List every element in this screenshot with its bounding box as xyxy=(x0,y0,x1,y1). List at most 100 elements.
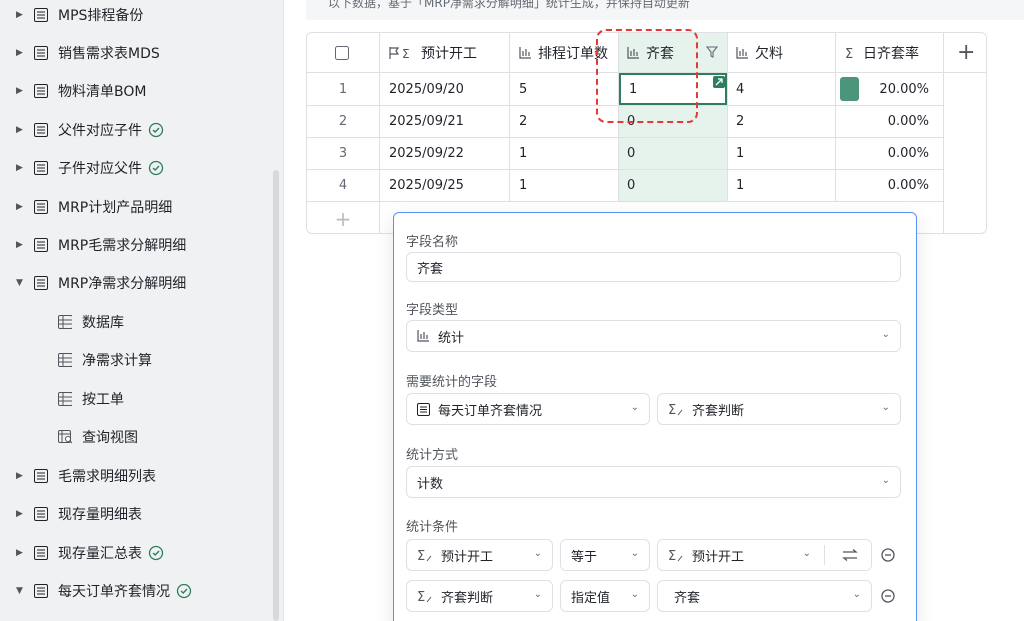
sidebar-item-9[interactable]: 净需求计算 xyxy=(0,341,270,379)
field-type-select[interactable]: 统计 ⌄ xyxy=(406,320,901,352)
caret-right-icon[interactable]: ▶ xyxy=(16,163,26,173)
cell-complete[interactable]: 0 xyxy=(627,137,723,169)
field-name-label: 字段名称 xyxy=(406,235,459,250)
remove-condition-2-icon[interactable] xyxy=(880,588,896,604)
chevron-down-icon: ⌄ xyxy=(881,402,890,413)
svg-text:Σ: Σ xyxy=(417,590,425,603)
cell-shortage[interactable]: 4 xyxy=(736,73,832,105)
stat-method-select[interactable]: 计数 ⌄ xyxy=(406,466,901,498)
caret-right-icon[interactable]: ▶ xyxy=(16,48,26,58)
condition-1-operator-select[interactable]: 等于 ⌄ xyxy=(560,539,650,571)
caret-down-icon[interactable]: ▼ xyxy=(16,278,26,288)
sidebar-item-3[interactable]: ▶ 父件对应子件 xyxy=(0,111,270,149)
row-number[interactable]: 4 xyxy=(307,169,379,201)
sidebar-item-0[interactable]: ▶ MPS排程备份 xyxy=(0,0,270,34)
sidebar-item-label: 现存量汇总表 xyxy=(58,546,142,562)
column-header-shortage[interactable]: 欠料 xyxy=(736,33,834,72)
cell-order-count[interactable]: 1 xyxy=(519,137,615,169)
sidebar-item-label: 净需求计算 xyxy=(82,353,152,369)
cell-daily-rate[interactable]: 0.00% xyxy=(845,169,929,201)
column-header-start-date[interactable]: Σ 预计开工 xyxy=(389,33,507,72)
sidebar-item-4[interactable]: ▶ 子件对应父件 xyxy=(0,149,270,187)
swap-icon[interactable] xyxy=(841,547,859,563)
sidebar-item-1[interactable]: ▶ 销售需求表MDS xyxy=(0,34,270,72)
condition-2-operator-select[interactable]: 指定值 ⌄ xyxy=(560,580,650,612)
table-list-icon xyxy=(417,402,430,416)
stat-field-select[interactable]: Σ 齐套判断 ⌄ xyxy=(657,393,901,425)
filter-icon[interactable] xyxy=(705,45,719,59)
remove-condition-1-icon[interactable] xyxy=(880,547,896,563)
sidebar-item-14[interactable]: ▶ 现存量汇总表 xyxy=(0,534,270,572)
sidebar-item-2[interactable]: ▶ 物料清单BOM xyxy=(0,72,270,110)
sidebar-item-6[interactable]: ▶ MRP毛需求分解明细 xyxy=(0,226,270,264)
caret-right-icon[interactable]: ▶ xyxy=(16,240,26,250)
sidebar-item-label: 数据库 xyxy=(82,315,124,331)
cell-shortage[interactable]: 1 xyxy=(736,169,832,201)
caret-right-icon[interactable]: ▶ xyxy=(16,86,26,96)
condition-2-value-select[interactable]: 齐套 ⌄ xyxy=(657,580,872,612)
add-column-button[interactable]: + xyxy=(957,33,977,72)
sidebar-item-5[interactable]: ▶ MRP计划产品明细 xyxy=(0,188,270,226)
add-row-button[interactable]: + xyxy=(307,203,379,233)
svg-text:Σ: Σ xyxy=(668,549,676,562)
caret-right-icon[interactable]: ▶ xyxy=(16,509,26,519)
sidebar-item-label: MPS排程备份 xyxy=(58,8,144,24)
rate-progress-bar xyxy=(840,77,859,101)
table-list-icon xyxy=(34,546,48,560)
sidebar-item-13[interactable]: ▶ 现存量明细表 xyxy=(0,495,270,533)
caret-right-icon[interactable]: ▶ xyxy=(16,125,26,135)
sidebar-item-15[interactable]: ▼ 每天订单齐套情况 xyxy=(0,572,270,610)
column-header-daily-rate[interactable]: Σ 日齐套率 xyxy=(845,33,943,72)
sidebar-item-11[interactable]: 查询视图 xyxy=(0,418,270,456)
cell-start-date[interactable]: 2025/09/25 xyxy=(389,169,507,201)
table-list-icon xyxy=(34,123,48,137)
caret-right-icon[interactable]: ▶ xyxy=(16,548,26,558)
table-list-icon xyxy=(34,238,48,252)
cell-start-date[interactable]: 2025/09/22 xyxy=(389,137,507,169)
sidebar-item-8[interactable]: 数据库 xyxy=(0,303,270,341)
caret-down-icon[interactable]: ▼ xyxy=(16,586,26,596)
cell-complete[interactable]: 0 xyxy=(627,169,723,201)
expand-icon[interactable] xyxy=(713,76,725,88)
cell-start-date[interactable]: 2025/09/21 xyxy=(389,105,507,137)
check-circle-icon xyxy=(148,122,164,138)
row-number[interactable]: 1 xyxy=(307,73,379,105)
cell-shortage[interactable]: 2 xyxy=(736,105,832,137)
table-list-icon xyxy=(34,8,48,22)
condition-1-field-select[interactable]: Σ 预计开工 ⌄ xyxy=(406,539,553,571)
sidebar-item-label: 销售需求表MDS xyxy=(58,46,160,62)
formula-flag-icon: Σ xyxy=(389,46,415,60)
stat-table-select[interactable]: 每天订单齐套情况 ⌄ xyxy=(406,393,650,425)
cell-start-date[interactable]: 2025/09/20 xyxy=(389,73,507,105)
checkbox-icon xyxy=(335,45,349,60)
caret-right-icon[interactable]: ▶ xyxy=(16,471,26,481)
check-circle-icon xyxy=(148,545,164,561)
field-name-input[interactable]: 齐套 xyxy=(406,252,901,282)
select-all-checkbox[interactable] xyxy=(335,33,355,72)
cell-shortage[interactable]: 1 xyxy=(736,137,832,169)
sidebar-scrollbar[interactable] xyxy=(273,170,279,621)
cell-daily-rate[interactable]: 0.00% xyxy=(845,105,929,137)
row-number[interactable]: 2 xyxy=(307,105,379,137)
check-circle-icon xyxy=(176,583,192,599)
chevron-down-icon: ⌄ xyxy=(881,329,890,340)
grid-view-icon xyxy=(58,353,72,367)
chevron-down-icon: ⌄ xyxy=(630,548,639,559)
sidebar-item-10[interactable]: 按工单 xyxy=(0,380,270,418)
condition-2-field-select[interactable]: Σ 齐套判断 ⌄ xyxy=(406,580,553,612)
formula-icon: Σ xyxy=(417,548,433,562)
caret-right-icon[interactable]: ▶ xyxy=(16,202,26,212)
cell-order-count[interactable]: 1 xyxy=(519,169,615,201)
table-list-icon xyxy=(34,84,48,98)
sidebar-item-12[interactable]: ▶ 毛需求明细列表 xyxy=(0,457,270,495)
row-number[interactable]: 3 xyxy=(307,137,379,169)
svg-text:Σ: Σ xyxy=(845,47,853,59)
svg-text:Σ: Σ xyxy=(402,47,410,60)
table-list-icon xyxy=(34,46,48,60)
sidebar-item-label: 父件对应子件 xyxy=(58,123,142,139)
sidebar-item-7[interactable]: ▼ MRP净需求分解明细 xyxy=(0,264,270,302)
cell-daily-rate[interactable]: 0.00% xyxy=(845,137,929,169)
caret-right-icon[interactable]: ▶ xyxy=(16,10,26,20)
condition-1-value-select[interactable]: Σ 预计开工 ⌄ xyxy=(657,539,872,571)
check-circle-icon xyxy=(148,160,164,176)
